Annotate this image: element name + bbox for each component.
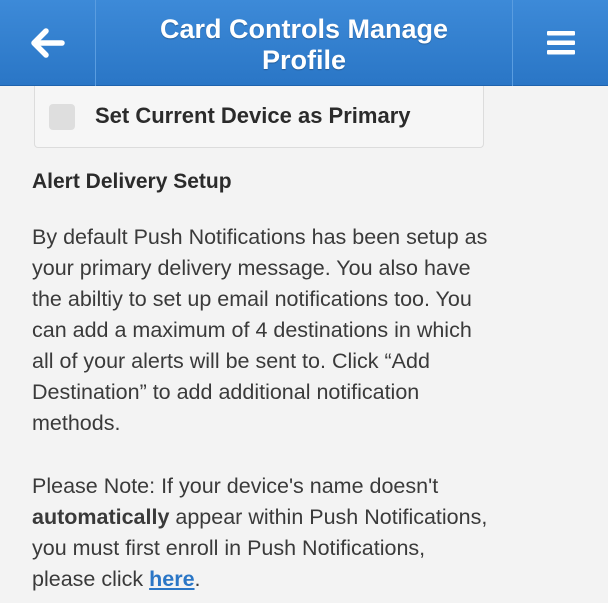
note-line-rest: appear within Push Notifications, <box>169 505 488 529</box>
page-title: Card Controls Manage Profile <box>104 14 504 76</box>
back-button[interactable] <box>0 0 96 86</box>
note-line: please click here. <box>32 564 592 595</box>
alert-delivery-title: Alert Delivery Setup <box>32 170 232 193</box>
description-line: Destination” to add additional notificat… <box>32 380 420 404</box>
page-title-line2: Profile <box>261 45 347 75</box>
hamburger-menu-icon <box>546 31 575 55</box>
description-line: your primary delivery message. You also … <box>32 256 471 280</box>
note-line: Please Note: If your device's name doesn… <box>32 474 439 498</box>
arrow-left-icon <box>30 28 65 58</box>
push-notification-note: Please Note: If your device's name doesn… <box>32 471 592 595</box>
description-line: By default Push Notifications has been s… <box>32 225 488 249</box>
note-link-suffix: . <box>194 567 201 591</box>
description-line: can add a maximum of 4 destinations in w… <box>32 318 472 342</box>
top-nav-bar: Card Controls Manage Profile <box>0 0 608 86</box>
note-link-prefix: please click <box>32 567 150 591</box>
page-title-line1: Card Controls Manage <box>159 14 449 44</box>
enroll-here-link[interactable]: here <box>149 567 194 591</box>
note-line: automatically appear within Push Notific… <box>32 502 592 533</box>
set-primary-device-toggle[interactable]: Set Current Device as Primary <box>34 86 484 148</box>
note-line: you must first enroll in Push Notificati… <box>32 536 426 560</box>
alert-delivery-description: By default Push Notifications has been s… <box>32 222 592 439</box>
primary-device-label: Set Current Device as Primary <box>95 103 411 128</box>
menu-button[interactable] <box>512 0 608 86</box>
description-line: all of your alerts will be sent to. Clic… <box>32 349 430 373</box>
description-line: the abiltiy to set up email notification… <box>32 287 472 311</box>
description-line: methods. <box>32 411 121 435</box>
note-bold-text: automatically <box>32 505 170 529</box>
primary-device-checkbox[interactable] <box>49 104 75 130</box>
